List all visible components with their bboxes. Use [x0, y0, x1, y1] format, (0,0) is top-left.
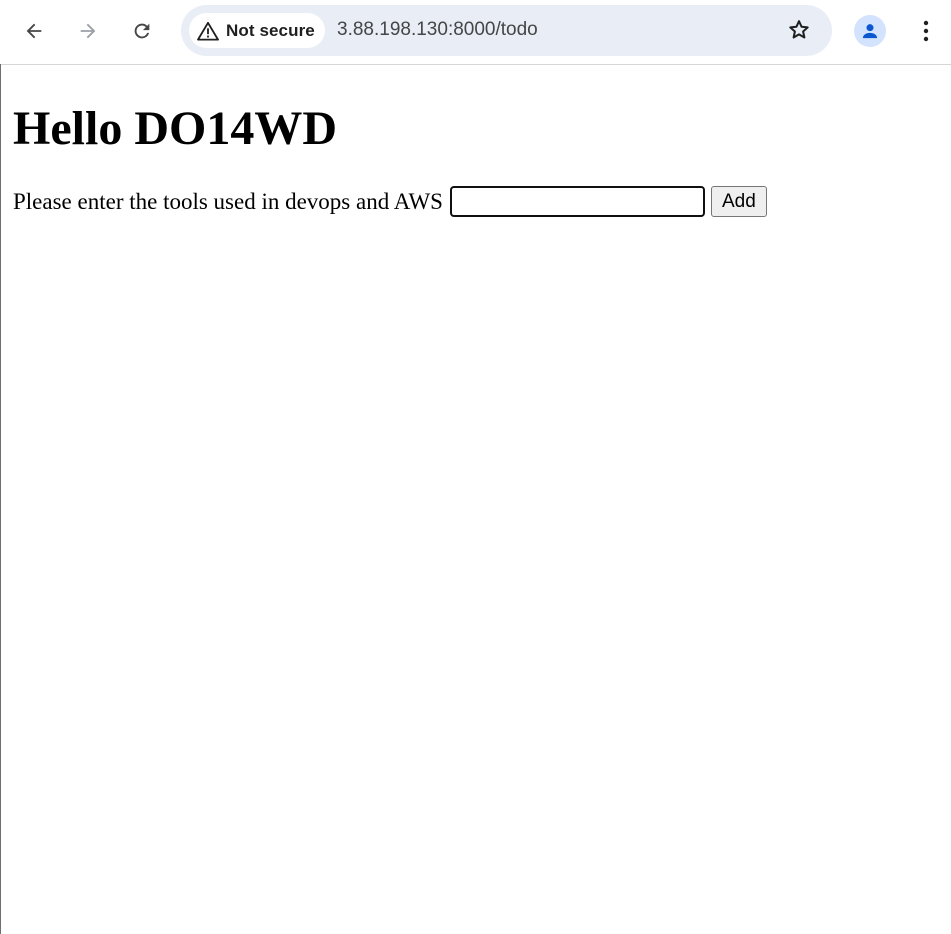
- arrow-left-icon: [26, 23, 42, 39]
- bookmark-button[interactable]: [781, 12, 817, 48]
- warning-triangle-icon: [197, 21, 219, 41]
- browser-window: Not secure 3.88.198.130:8000/todo Hello …: [0, 0, 951, 934]
- page-heading: Hello DO14WD: [13, 102, 337, 155]
- menu-button[interactable]: [908, 13, 944, 49]
- window-edge: [0, 64, 1, 934]
- browser-toolbar: Not secure 3.88.198.130:8000/todo: [0, 0, 951, 65]
- reload-icon: [134, 23, 150, 39]
- forward-button[interactable]: [70, 13, 106, 49]
- reload-button[interactable]: [124, 13, 160, 49]
- profile-button[interactable]: [854, 15, 886, 47]
- url-text[interactable]: 3.88.198.130:8000/todo: [337, 19, 538, 41]
- arrow-right-icon: [80, 23, 96, 39]
- tool-form: Please enter the tools used in devops an…: [13, 186, 767, 217]
- tool-input-label: Please enter the tools used in devops an…: [13, 188, 443, 214]
- kebab-menu-icon: [923, 20, 929, 42]
- person-icon: [862, 24, 878, 39]
- add-button[interactable]: Add: [710, 186, 767, 217]
- security-chip[interactable]: Not secure: [189, 13, 325, 48]
- tool-input[interactable]: [449, 186, 705, 217]
- address-bar[interactable]: Not secure 3.88.198.130:8000/todo: [181, 5, 832, 56]
- security-label: Not secure: [226, 20, 315, 40]
- star-icon: [789, 20, 809, 39]
- back-button[interactable]: [16, 13, 52, 49]
